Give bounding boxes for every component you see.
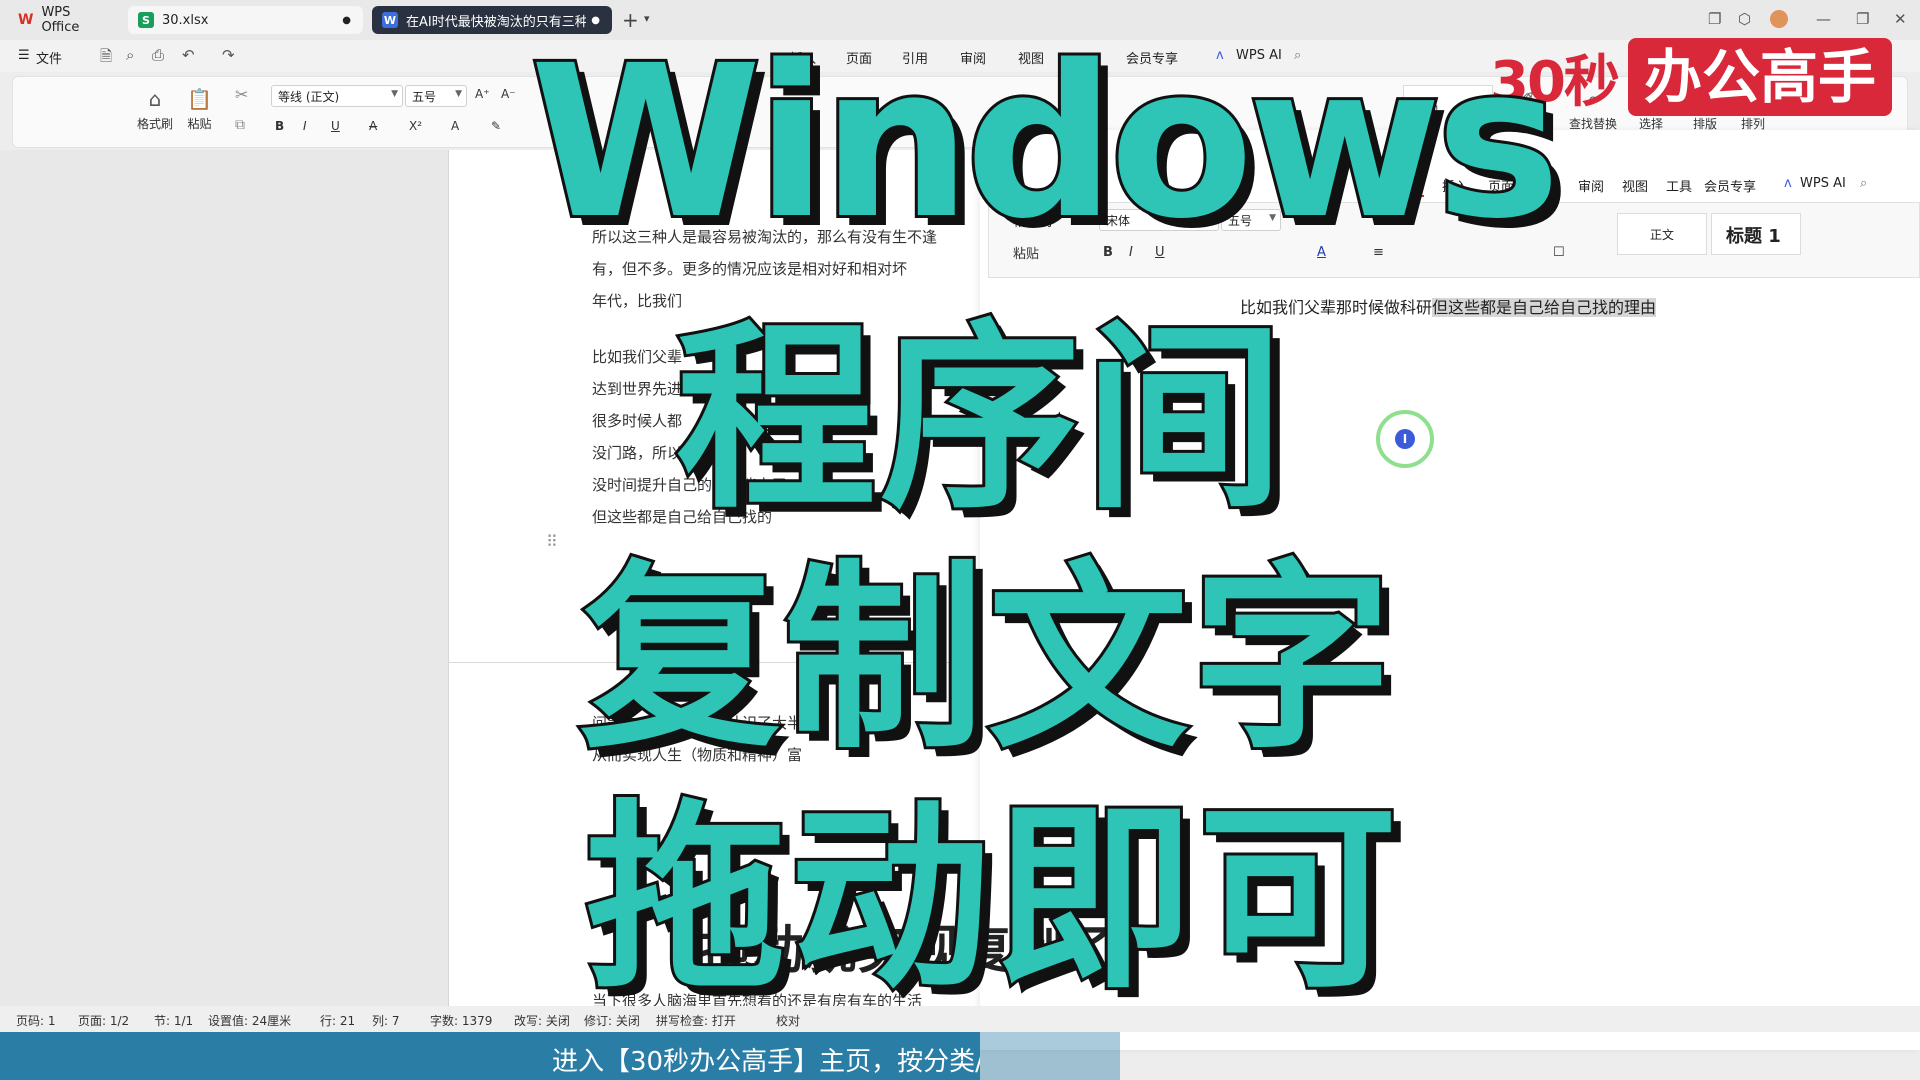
paste-label: 粘贴 bbox=[187, 117, 212, 131]
undo-icon[interactable]: ↶ bbox=[182, 46, 195, 64]
overlay-title-line1: Windows bbox=[527, 17, 1564, 268]
paste-button[interactable]: 📋 粘贴 bbox=[187, 87, 212, 132]
format-painter-button[interactable]: ⌂ 格式刷 bbox=[137, 87, 173, 132]
tab-label: 30.xlsx bbox=[162, 12, 209, 28]
banner-fade bbox=[980, 1032, 1120, 1080]
chevron-down-icon: ▼ bbox=[391, 89, 398, 99]
window2-menu-tools[interactable]: 工具 bbox=[1666, 176, 1692, 195]
menu-file[interactable]: 文件 bbox=[36, 48, 62, 67]
window2-menu-member[interactable]: 会员专享 bbox=[1704, 176, 1756, 195]
status-row: 行: 21 bbox=[320, 1014, 356, 1028]
status-col: 列: 7 bbox=[372, 1014, 400, 1028]
font-size-value: 五号 bbox=[412, 90, 437, 104]
style-heading-label: 标题 1 bbox=[1726, 226, 1781, 247]
underline-icon[interactable]: U bbox=[331, 119, 340, 133]
tab-label: WPS Office bbox=[41, 5, 80, 35]
style-normal[interactable]: 正文 bbox=[1617, 213, 1707, 255]
text-effect-icon[interactable]: A bbox=[451, 119, 459, 133]
format-painter-label: 格式刷 bbox=[137, 117, 174, 131]
arrange-label: 排列 bbox=[1741, 117, 1766, 131]
search-doc-icon[interactable]: ⌕ bbox=[126, 46, 134, 64]
chevron-down-icon: ▼ bbox=[455, 89, 462, 99]
window2-menu-review[interactable]: 审阅 bbox=[1578, 176, 1604, 195]
banner-text: 进入【30秒办公高手】主页，按分类/合集 bbox=[552, 1047, 980, 1077]
brand-title: 办公高手 bbox=[1627, 38, 1892, 116]
wps-ai-icon: ʌ bbox=[1784, 176, 1792, 191]
avatar[interactable] bbox=[1770, 10, 1788, 28]
search-icon[interactable]: ⌕ bbox=[1860, 176, 1867, 191]
drag-cursor-indicator: I bbox=[1376, 410, 1434, 468]
overlay-title-line4: 拖动即可 bbox=[583, 780, 1403, 1019]
cursor-icon: I bbox=[1395, 429, 1415, 449]
status-section: 节: 1/1 bbox=[154, 1014, 194, 1028]
tab-unsaved-dot: ● bbox=[342, 14, 351, 26]
select-label: 选择 bbox=[1639, 117, 1664, 131]
superscript-icon[interactable]: X² bbox=[409, 119, 422, 133]
dropped-text-line[interactable]: 比如我们父辈那时候做科研但这些都是自己给自己找的理由 bbox=[1240, 294, 1657, 318]
find-replace-label: 查找替换 bbox=[1569, 117, 1618, 131]
save-icon[interactable]: 🗎 bbox=[100, 46, 112, 71]
cube-icon[interactable]: ⬡ bbox=[1738, 10, 1751, 28]
menu-icon[interactable]: ☰ bbox=[18, 48, 30, 63]
minimize-icon[interactable]: — bbox=[1816, 10, 1831, 28]
wps-logo-icon: W bbox=[18, 12, 34, 28]
status-pages: 页面: 1/2 bbox=[78, 1014, 130, 1028]
tab-spreadsheet[interactable]: S 30.xlsx ● bbox=[128, 6, 363, 34]
font-size-select[interactable]: 五号 ▼ bbox=[405, 85, 467, 107]
dropped-text-selected[interactable]: 但这些都是自己给自己找的理由 bbox=[1432, 298, 1657, 317]
grow-font-icon[interactable]: A⁺ bbox=[475, 87, 490, 101]
status-word-count[interactable]: 字数: 1379 bbox=[430, 1012, 492, 1029]
highlight-icon[interactable]: ✎ bbox=[491, 119, 501, 133]
spreadsheet-icon: S bbox=[138, 12, 154, 28]
italic-icon[interactable]: I bbox=[303, 119, 307, 133]
drag-handle-icon[interactable]: ⠿ bbox=[546, 532, 558, 551]
layout-label: 排版 bbox=[1693, 117, 1718, 131]
clipboard-icon: 📋 bbox=[187, 87, 212, 111]
redo-icon[interactable]: ↷ bbox=[222, 46, 235, 64]
font-name-select[interactable]: 等线 (正文) ▼ bbox=[271, 85, 403, 107]
status-page: 页码: 1 bbox=[16, 1014, 56, 1028]
close-icon[interactable]: ✕ bbox=[1894, 10, 1907, 28]
style-heading-1[interactable]: 标题 1 bbox=[1711, 213, 1801, 255]
paintbrush-icon: ⌂ bbox=[148, 87, 162, 111]
word-doc-icon: W bbox=[382, 12, 398, 28]
print-preview-icon[interactable]: ⎙ bbox=[152, 46, 164, 64]
window-layout-icon[interactable]: ❐ bbox=[1708, 10, 1721, 28]
strikethrough-icon[interactable]: A bbox=[369, 119, 377, 133]
font-name-value: 等线 (正文) bbox=[278, 90, 340, 104]
bold-icon[interactable]: B bbox=[275, 119, 284, 133]
copy-icon[interactable]: ⧉ bbox=[235, 117, 245, 133]
shrink-font-icon[interactable]: A⁻ bbox=[501, 87, 516, 101]
status-overwrite[interactable]: 改写: 关闭 bbox=[514, 1012, 570, 1029]
restore-icon[interactable]: ❐ bbox=[1856, 10, 1869, 28]
cut-icon[interactable]: ✂ bbox=[235, 85, 248, 104]
window2-menu-wps-ai[interactable]: WPS AI bbox=[1800, 176, 1846, 191]
style-normal-label: 正文 bbox=[1649, 228, 1674, 242]
window2-menu-view[interactable]: 视图 bbox=[1622, 176, 1648, 195]
tab-wps-office[interactable]: W WPS Office bbox=[8, 5, 118, 35]
bottom-caption-banner: 进入【30秒办公高手】主页，按分类/合集 bbox=[0, 1032, 980, 1080]
status-setting: 设置值: 24厘米 bbox=[208, 1014, 292, 1028]
